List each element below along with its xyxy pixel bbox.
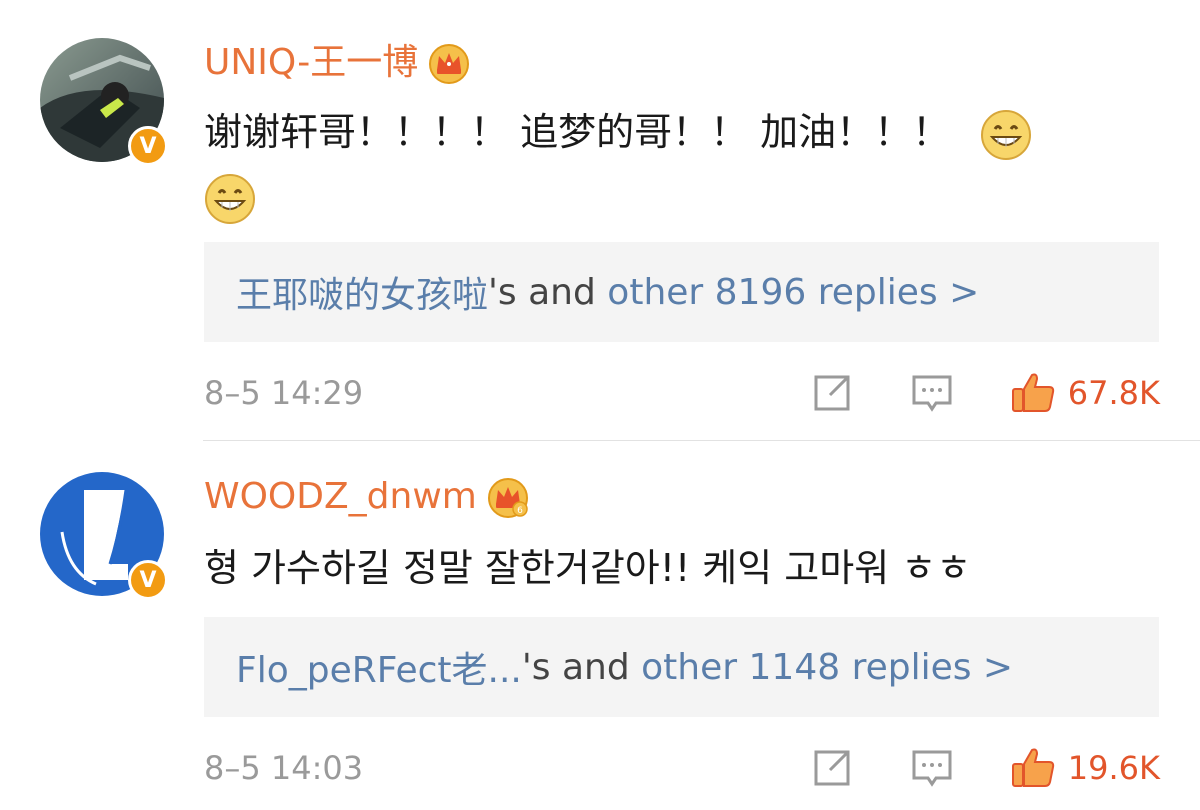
thumbs-up-icon	[1010, 371, 1054, 415]
avatar[interactable]: V	[40, 472, 168, 600]
comment-text-content: 형 가수하길 정말 잘한거같아!! 케익 고마워 ㅎㅎ	[204, 546, 972, 590]
comment-meta: 8–5 14:03 19.6K	[204, 738, 1160, 798]
verified-badge: V	[128, 126, 168, 166]
username-text: UNIQ-王一博	[204, 42, 419, 83]
crown-badge-icon	[428, 42, 470, 84]
reply-user-link[interactable]: Flo_peRFect老...	[236, 641, 522, 693]
comment-list: V UNIQ-王一博 谢谢轩哥！！！！ 追梦的哥！！ 加油！！！ 王耶啵的女孩啦…	[0, 0, 1200, 810]
username[interactable]: WOODZ_dnwm 6	[204, 472, 529, 522]
grin-emoji-icon	[980, 109, 1032, 161]
share-icon[interactable]	[810, 371, 854, 415]
reply-connector: 's and	[521, 646, 642, 688]
timestamp: 8–5 14:03	[204, 749, 364, 787]
reply-connector: 's and	[488, 271, 608, 313]
comment-text: 谢谢轩哥！！！！ 追梦的哥！！ 加油！！！	[204, 100, 1120, 228]
replies-box[interactable]: 王耶啵的女孩啦 's and other 8196 replies >	[204, 242, 1159, 342]
comment-icon[interactable]	[910, 746, 954, 790]
like-button[interactable]: 19.6K	[1010, 746, 1160, 790]
svg-text:6: 6	[517, 506, 523, 516]
like-count: 67.8K	[1067, 374, 1160, 412]
comment-icon[interactable]	[910, 371, 954, 415]
username-text: WOODZ_dnwm	[204, 476, 477, 517]
comment-item: V WOODZ_dnwm 6 형 가수하길 정말 잘한거같아!! 케익 고마워 …	[0, 441, 1200, 810]
like-count: 19.6K	[1067, 749, 1160, 787]
action-bar: 19.6K	[810, 746, 1160, 790]
avatar[interactable]: V	[40, 38, 168, 166]
timestamp: 8–5 14:29	[204, 374, 364, 412]
like-button[interactable]: 67.8K	[1010, 371, 1160, 415]
share-icon[interactable]	[810, 746, 854, 790]
crown-badge-icon: 6	[487, 476, 529, 518]
action-bar: 67.8K	[810, 371, 1160, 415]
comment-item: V UNIQ-王一博 谢谢轩哥！！！！ 追梦的哥！！ 加油！！！ 王耶啵的女孩啦…	[0, 0, 1200, 440]
verified-badge: V	[128, 560, 168, 600]
reply-user-link[interactable]: 王耶啵的女孩啦	[236, 266, 488, 318]
grin-emoji-icon	[204, 173, 256, 225]
comment-text-content: 谢谢轩哥！！！！ 追梦的哥！！ 加油！！！	[204, 110, 951, 154]
replies-box[interactable]: Flo_peRFect老... 's and other 1148 replie…	[204, 617, 1159, 717]
reply-count-link[interactable]: other 8196 replies >	[607, 272, 979, 313]
reply-count-link[interactable]: other 1148 replies >	[641, 647, 1013, 688]
comment-meta: 8–5 14:29 67.8K	[204, 363, 1160, 423]
thumbs-up-icon	[1010, 746, 1054, 790]
comment-text: 형 가수하길 정말 잘한거같아!! 케익 고마워 ㅎㅎ	[204, 536, 1120, 600]
username[interactable]: UNIQ-王一博	[204, 38, 470, 88]
